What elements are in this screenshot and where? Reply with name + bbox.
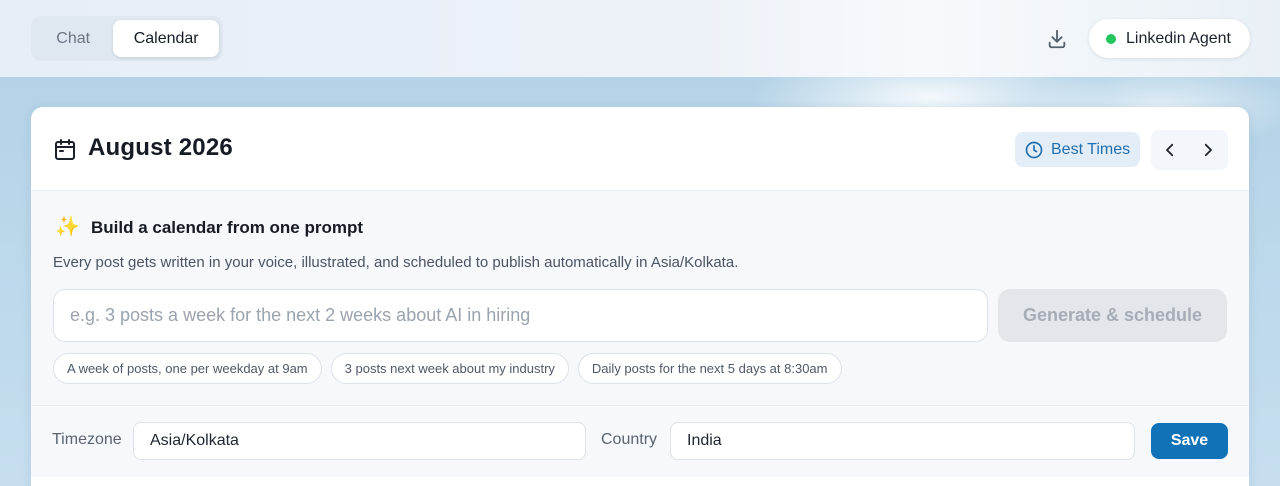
month-title: August 2026 (88, 134, 233, 161)
chevron-right-icon (1204, 143, 1212, 157)
prev-month-button[interactable] (1151, 130, 1189, 170)
country-label: Country (601, 431, 658, 448)
suggestion-chip[interactable]: A week of posts, one per weekday at 9am (53, 353, 322, 384)
tab-chat[interactable]: Chat (35, 20, 111, 57)
suggestion-chip[interactable]: 3 posts next week about my industry (330, 353, 569, 384)
locale-settings: Timezone Country Save (31, 407, 1249, 477)
month-navigation (1151, 130, 1228, 170)
suggestion-chip[interactable]: Daily posts for the next 5 days at 8:30a… (577, 353, 842, 384)
prompt-input[interactable] (53, 289, 988, 342)
download-icon (1048, 29, 1066, 49)
generate-schedule-button[interactable]: Generate & schedule (998, 289, 1227, 342)
online-status-dot (1106, 33, 1116, 44)
download-button[interactable] (1040, 22, 1074, 56)
builder-title: Build a calendar from one prompt (91, 218, 364, 237)
country-field[interactable] (670, 422, 1135, 460)
tab-calendar[interactable]: Calendar (113, 20, 219, 57)
view-switcher: Chat Calendar (31, 16, 223, 61)
save-button[interactable]: Save (1151, 423, 1228, 459)
next-month-button[interactable] (1189, 130, 1227, 170)
timezone-field[interactable] (133, 422, 586, 460)
calendar-card: August 2026 Best Times ✨ Build a calenda… (31, 107, 1249, 486)
timezone-label: Timezone (52, 431, 122, 448)
calendar-header: August 2026 Best Times (31, 107, 1249, 191)
clock-icon (1025, 141, 1043, 158)
agent-name: Linkedin Agent (1126, 29, 1231, 47)
builder-description: Every post gets written in your voice, i… (53, 254, 739, 271)
agent-selector[interactable]: Linkedin Agent (1089, 19, 1250, 58)
prompt-builder: ✨ Build a calendar from one prompt Every… (31, 191, 1249, 406)
suggestion-chips: A week of posts, one per weekday at 9am … (53, 353, 842, 384)
calendar-icon (55, 139, 75, 160)
best-times-label: Best Times (1051, 140, 1131, 158)
chevron-left-icon (1166, 143, 1174, 157)
sparkles-icon: ✨ (55, 216, 80, 238)
best-times-button[interactable]: Best Times (1015, 132, 1140, 167)
